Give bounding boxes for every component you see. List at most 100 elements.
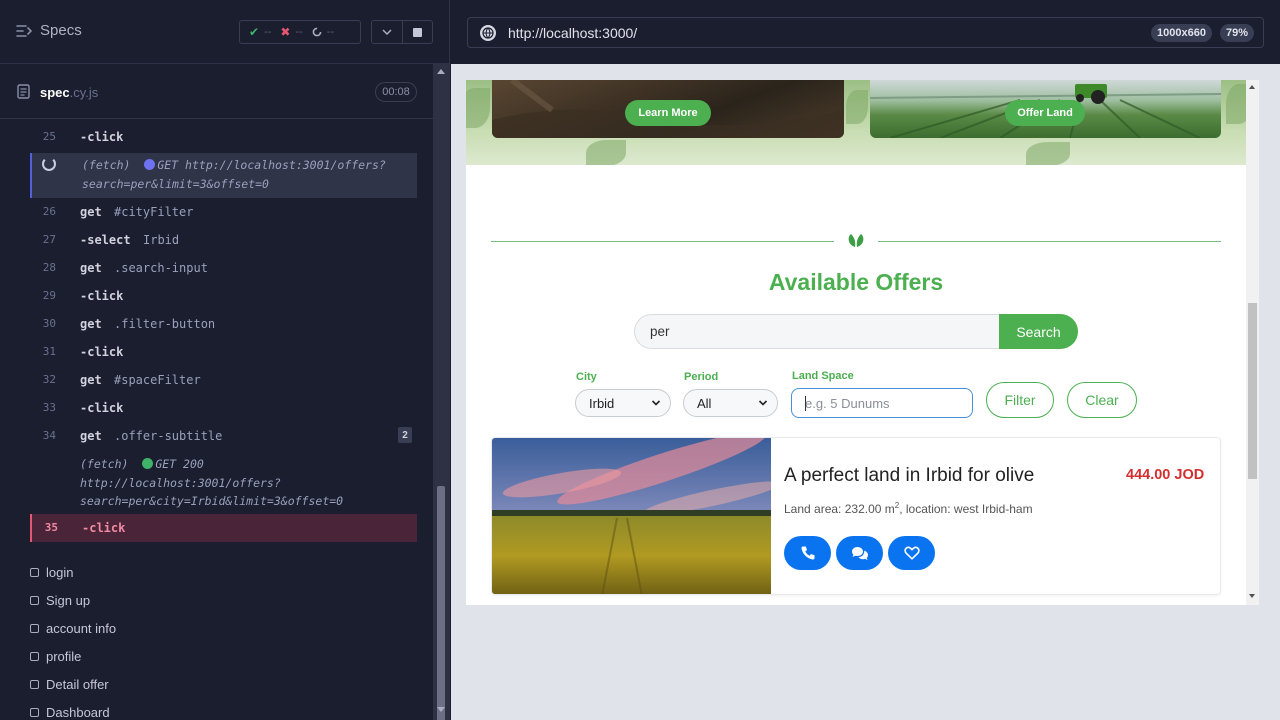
test-title: Sign up <box>46 592 91 608</box>
test-item[interactable]: Sign up <box>30 586 410 614</box>
offer-land-button[interactable]: Offer Land <box>1005 100 1085 126</box>
scroll-up-arrow-icon <box>1249 85 1255 89</box>
fetch-pending-row[interactable]: (fetch) GET http://localhost:3001/offers… <box>30 153 417 198</box>
search-button[interactable]: Search <box>999 314 1078 349</box>
specs-label: Specs <box>40 22 82 39</box>
specs-toggle[interactable]: Specs <box>16 22 82 39</box>
leaf-decoration <box>1026 142 1070 165</box>
collapse-button[interactable] <box>372 21 402 43</box>
test-title: Dashboard <box>46 704 110 720</box>
test-item[interactable]: Detail offer <box>30 670 410 698</box>
test-item[interactable]: login <box>30 558 410 586</box>
checkbox-icon <box>30 567 39 577</box>
command-name: get <box>80 261 102 275</box>
search-input[interactable]: per <box>634 314 1000 349</box>
zoom-badge: 79% <box>1220 24 1255 42</box>
chevron-down-icon <box>382 29 392 35</box>
app-scrollbar[interactable] <box>1246 80 1259 605</box>
element-count-badge: 2 <box>398 427 412 443</box>
offer-card[interactable]: A perfect land in Irbid for olive 444.00… <box>491 437 1221 595</box>
test-title: profile <box>46 648 82 664</box>
reporter-scrollbar[interactable] <box>433 64 449 720</box>
command-number: 29 <box>42 289 56 302</box>
test-title: account info <box>46 620 117 636</box>
passed-count: -- <box>264 26 272 38</box>
offer-image <box>492 438 771 594</box>
heart-icon <box>903 546 920 560</box>
land-space-placeholder: e.g. 5 Dunums <box>805 395 890 411</box>
command-message: .filter-button <box>114 317 216 331</box>
command-number: 32 <box>42 373 56 386</box>
command-name: get <box>80 317 102 331</box>
leaf-decoration <box>586 140 626 165</box>
section-title: Available Offers <box>768 269 944 295</box>
command-number: 30 <box>42 317 56 330</box>
filter-button[interactable]: Filter <box>986 382 1054 418</box>
command-name: -click <box>80 130 124 144</box>
scroll-up-arrow-icon <box>437 69 445 74</box>
reporter-panel: Specs ✔ -- ✖ -- -- spec.cy.js 00:08 25 -… <box>0 0 450 720</box>
command-name: -select <box>80 233 131 247</box>
offer-subtitle: Land area: 232.00 m2, location: west Irb… <box>784 501 1033 516</box>
test-item[interactable]: Dashboard <box>30 698 410 720</box>
run-stats: ✔ -- ✖ -- -- <box>239 20 361 44</box>
pending-stat: -- <box>312 26 334 38</box>
checkbox-icon <box>30 707 39 717</box>
favorite-button[interactable] <box>888 536 935 570</box>
reporter-controls <box>371 20 433 44</box>
phone-icon <box>800 546 814 560</box>
period-filter-select[interactable]: All <box>683 389 778 417</box>
success-dot-icon <box>142 458 154 469</box>
command-number: 25 <box>42 130 56 143</box>
pending-dot-icon <box>144 159 156 170</box>
hero-banner: Learn More Offer Land <box>466 80 1246 165</box>
fetch-done-row[interactable]: (fetch) GET 200 http://localhost:3001/of… <box>30 454 417 511</box>
scroll-down-arrow-icon <box>437 707 445 712</box>
command-message: .offer-subtitle <box>114 429 223 443</box>
command-message: #spaceFilter <box>114 373 201 387</box>
failed-stat: ✖ -- <box>280 25 302 39</box>
document-icon <box>17 84 30 99</box>
scrollbar-thumb[interactable] <box>1248 303 1257 479</box>
clear-button[interactable]: Clear <box>1067 382 1137 418</box>
city-filter-select[interactable]: Irbid <box>575 389 671 417</box>
test-title: Detail offer <box>46 676 109 692</box>
checkbox-icon <box>30 595 39 605</box>
search-value: per <box>650 324 670 339</box>
command-number: 34 <box>42 429 56 442</box>
land-space-label: Land Space <box>792 370 854 382</box>
command-name: -click <box>80 289 124 303</box>
x-icon: ✖ <box>280 25 291 39</box>
reporter-header: Specs ✔ -- ✖ -- -- <box>0 0 449 64</box>
command-name: get <box>80 205 102 219</box>
spec-file-row: spec.cy.js 00:08 <box>0 65 449 119</box>
test-item[interactable]: profile <box>30 642 410 670</box>
active-command-row[interactable]: 35 -click <box>30 514 417 542</box>
command-name: get <box>80 373 102 387</box>
comments-icon <box>851 546 868 560</box>
checkbox-icon <box>30 679 39 689</box>
learn-more-button[interactable]: Learn More <box>625 100 711 126</box>
spec-duration: 00:08 <box>375 82 417 102</box>
city-value: Irbid <box>589 395 615 411</box>
chat-button[interactable] <box>836 536 883 570</box>
loading-spinner-icon <box>42 157 56 171</box>
check-icon: ✔ <box>249 25 260 39</box>
app-frame: Learn More Offer Land Available Offers p… <box>466 80 1259 605</box>
call-button[interactable] <box>784 536 831 570</box>
command-number: 26 <box>42 205 56 218</box>
land-space-input[interactable]: e.g. 5 Dunums <box>791 388 973 418</box>
scrollbar-thumb[interactable] <box>437 486 445 720</box>
stop-button[interactable] <box>401 21 432 43</box>
browser-bar: http://localhost:3000/ 1000x660 79% <box>451 0 1280 64</box>
test-item[interactable]: account info <box>30 614 410 642</box>
command-message: #cityFilter <box>114 205 194 219</box>
spinner-icon <box>312 27 322 37</box>
stop-icon <box>412 27 422 37</box>
test-list: login Sign up account info profile Detai… <box>30 558 410 720</box>
divider-line <box>878 241 1221 242</box>
command-number: 31 <box>42 345 56 358</box>
fetch-query: search=per&city=Irbid&limit=3&offset=0 <box>80 494 344 508</box>
viewport-size-badge: 1000x660 <box>1151 24 1212 42</box>
url-bar[interactable]: http://localhost:3000/ 1000x660 79% <box>467 17 1264 48</box>
